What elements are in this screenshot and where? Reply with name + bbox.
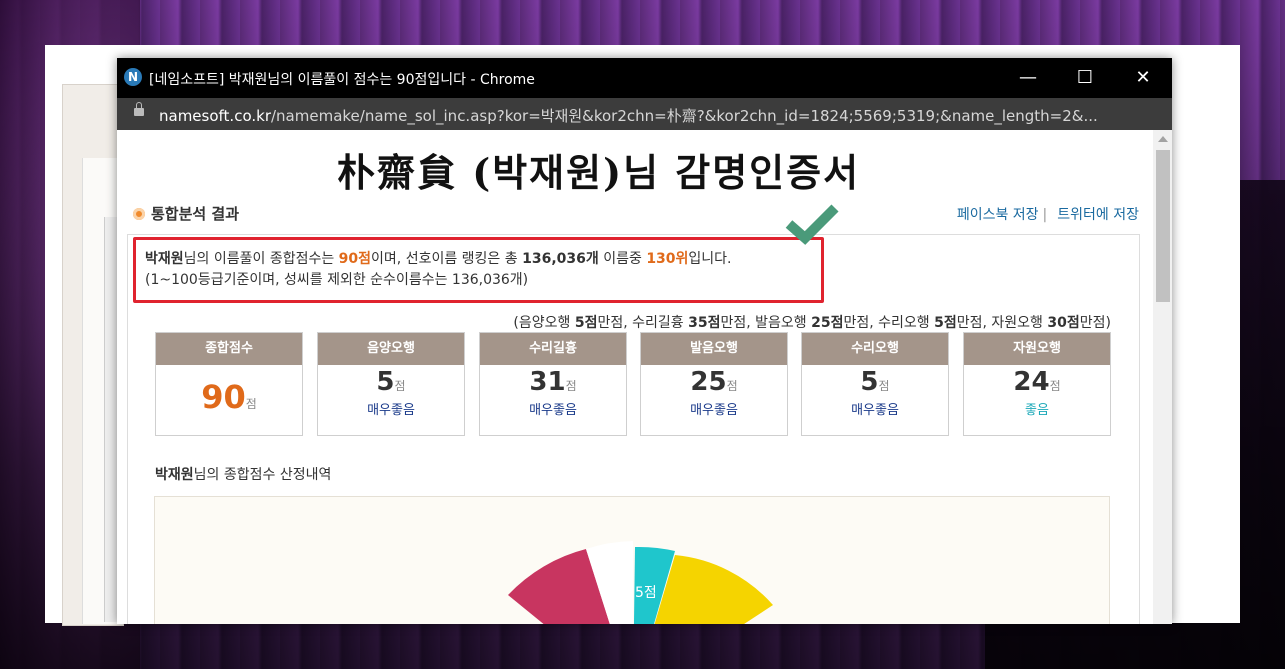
section-title: 통합분석 결과 bbox=[133, 203, 239, 224]
window-title: [네임소프트] 박재원님의 이름풀이 점수는 90점입니다 - Chrome bbox=[149, 72, 535, 88]
card-grade: 매우좋음 bbox=[851, 403, 899, 418]
facebook-save-link[interactable]: 페이스북 저장 bbox=[957, 207, 1039, 223]
bullet-icon bbox=[133, 208, 145, 220]
detail-name: 박재원 bbox=[155, 467, 194, 483]
detail-title: 박재원님의 종합점수 산정내역 bbox=[155, 464, 331, 484]
note-p4: 만점, 수리오행 bbox=[843, 315, 935, 331]
url-path: /namemake/name_sol_inc.asp?kor=박재원&kor2c… bbox=[270, 107, 1098, 125]
score-pie-chart: 5점 bbox=[154, 496, 1110, 624]
score-card-bareum: 발음오행 25점 매우좋음 bbox=[640, 332, 788, 436]
certificate-title: 朴齋貟 (박재원)님 감명인증서 bbox=[337, 150, 861, 195]
card-unit: 점 bbox=[726, 379, 738, 393]
pie-chart-svg: 5점 bbox=[508, 541, 773, 624]
card-grade: 매우좋음 bbox=[367, 403, 415, 418]
card-score: 31 bbox=[529, 367, 566, 397]
score-card-total: 종합점수 90점 bbox=[155, 332, 303, 436]
card-score: 90 bbox=[201, 378, 246, 416]
card-grade: 매우좋음 bbox=[690, 403, 738, 418]
card-score: 25 bbox=[690, 367, 727, 397]
card-score: 5 bbox=[376, 367, 395, 397]
card-grade: 좋음 bbox=[1025, 403, 1049, 418]
score-card-suri-ohaeng: 수리오행 5점 매우좋음 bbox=[801, 332, 949, 436]
lock-icon bbox=[134, 102, 144, 116]
namesoft-app-icon: N bbox=[124, 68, 142, 86]
note-v4: 5점 bbox=[934, 315, 957, 331]
pie-label: 5점 bbox=[635, 585, 657, 601]
score-card-jawon: 자원오행 24점 좋음 bbox=[963, 332, 1111, 436]
card-label: 수리길흉 bbox=[480, 333, 626, 365]
highlight-box bbox=[133, 237, 824, 303]
twitter-save-link[interactable]: 트위터에 저장 bbox=[1057, 207, 1139, 223]
minimize-button[interactable]: — bbox=[1013, 66, 1043, 90]
card-unit: 점 bbox=[394, 379, 406, 393]
card-label: 자원오행 bbox=[964, 333, 1110, 365]
card-label: 음양오행 bbox=[318, 333, 464, 365]
note-v5: 30점 bbox=[1047, 315, 1080, 331]
note-p1: (음양오행 bbox=[513, 315, 575, 331]
address-bar[interactable]: namesoft.co.kr/namemake/name_sol_inc.asp… bbox=[117, 98, 1172, 130]
card-unit: 점 bbox=[1049, 379, 1061, 393]
chrome-popup-window: N [네임소프트] 박재원님의 이름풀이 점수는 90점입니다 - Chrome… bbox=[117, 58, 1172, 624]
check-mark-icon bbox=[785, 204, 839, 245]
card-label: 발음오행 bbox=[641, 333, 787, 365]
url-domain: namesoft.co.kr bbox=[159, 107, 271, 125]
card-grade: 매우좋음 bbox=[529, 403, 577, 418]
note-v3: 25점 bbox=[811, 315, 844, 331]
card-score: 24 bbox=[1013, 367, 1050, 397]
note-v2: 35점 bbox=[688, 315, 721, 331]
scroll-up-arrow-icon[interactable] bbox=[1158, 136, 1168, 142]
note-p3: 만점, 발음오행 bbox=[720, 315, 812, 331]
share-links: 페이스북 저장 | 트위터에 저장 bbox=[957, 204, 1139, 224]
share-separator: | bbox=[1042, 207, 1048, 223]
card-unit: 점 bbox=[245, 397, 257, 411]
section-title-text: 통합분석 결과 bbox=[151, 205, 240, 223]
note-v1: 5점 bbox=[574, 315, 598, 331]
card-label: 수리오행 bbox=[802, 333, 948, 365]
note-p2: 만점, 수리길흉 bbox=[597, 315, 689, 331]
max-score-note: (음양오행 5점만점, 수리길흉 35점만점, 발음오행 25점만점, 수리오행… bbox=[513, 312, 1111, 332]
scroll-thumb[interactable] bbox=[1156, 150, 1170, 302]
score-card-suri-gilhyung: 수리길흉 31점 매우좋음 bbox=[479, 332, 627, 436]
maximize-button[interactable]: ☐ bbox=[1070, 66, 1100, 90]
note-p5: 만점, 자원오행 bbox=[956, 315, 1048, 331]
card-label: 종합점수 bbox=[156, 333, 302, 365]
url-text[interactable]: namesoft.co.kr/namemake/name_sol_inc.asp… bbox=[159, 105, 1098, 126]
detail-title-text: 님의 종합점수 산정내역 bbox=[193, 467, 332, 483]
title-bar: N [네임소프트] 박재원님의 이름풀이 점수는 90점입니다 - Chrome… bbox=[117, 58, 1172, 98]
score-card-eumyang: 음양오행 5점 매우좋음 bbox=[317, 332, 465, 436]
card-unit: 점 bbox=[878, 379, 890, 393]
card-unit: 점 bbox=[565, 379, 577, 393]
card-score: 5 bbox=[860, 367, 879, 397]
page-content: 朴齋貟 (박재원)님 감명인증서 통합분석 결과 페이스북 저장 | 트위터에 저장… bbox=[117, 130, 1153, 624]
note-p6: 만점) bbox=[1079, 315, 1111, 331]
scrollbar[interactable] bbox=[1153, 130, 1172, 624]
close-button[interactable]: ✕ bbox=[1128, 66, 1158, 90]
